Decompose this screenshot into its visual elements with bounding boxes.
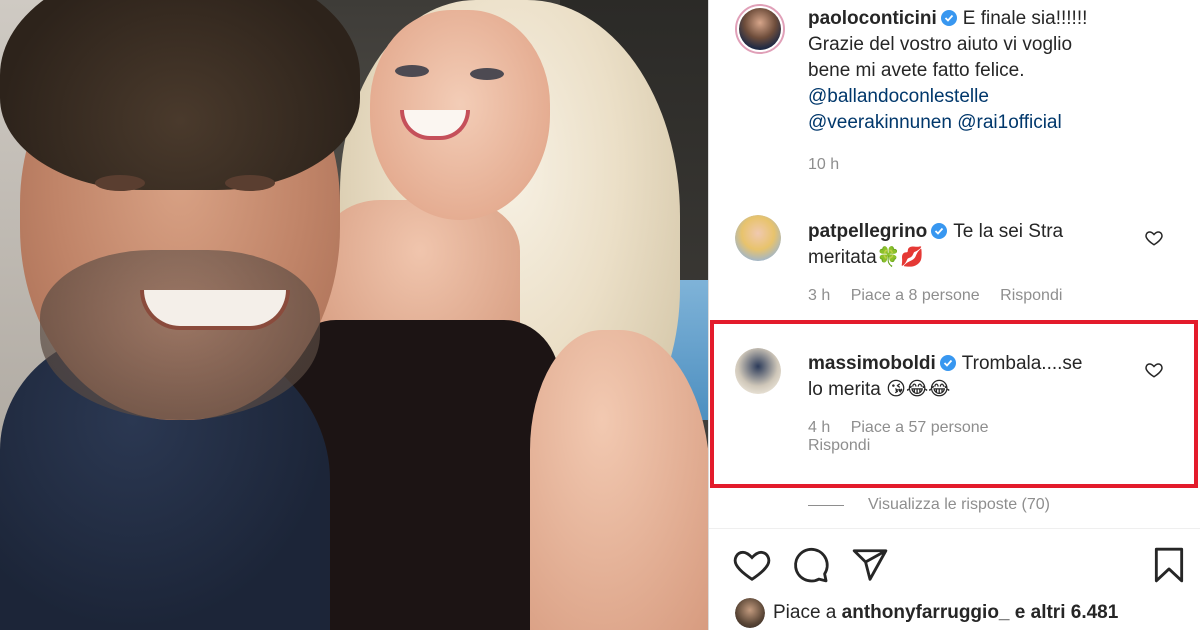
liked-by-avatar[interactable] <box>735 598 765 628</box>
caption-line-1: E finale sia!!!!!! <box>962 8 1088 29</box>
heart-icon[interactable] <box>733 546 771 584</box>
man-beard <box>40 250 320 420</box>
heart-icon[interactable] <box>1145 361 1163 379</box>
heart-icon[interactable] <box>1145 229 1163 247</box>
verified-badge-icon <box>931 223 948 239</box>
bookmark-icon[interactable] <box>1150 546 1188 584</box>
comment-time: 3 h <box>808 287 831 304</box>
post-photo[interactable] <box>0 0 708 630</box>
man-hair <box>0 0 360 190</box>
man-eye-left <box>95 175 145 191</box>
comment-time: 4 h <box>808 419 831 436</box>
author-username[interactable]: paolocont­icini <box>808 8 937 29</box>
caption-line-3: bene mi avete fatto felice. <box>808 60 1025 81</box>
liked-by-user[interactable]: anthonyfarruggio_ <box>842 602 1010 623</box>
comment-author[interactable]: massimoboldi <box>808 353 936 374</box>
comment-likes[interactable]: Piace a 57 persone <box>851 419 989 436</box>
woman-arm <box>530 330 708 630</box>
caption-line-2: Grazie del vostro aiuto vi voglio <box>808 34 1073 55</box>
comment-1: patpellegrino Te la sei Stra meritata🍀💋 3… <box>808 219 1128 305</box>
comment-avatar[interactable] <box>735 215 781 261</box>
comment-2: massimoboldi Trombala....se lo merita 😘😂😂… <box>808 351 1128 455</box>
woman-eye-left <box>395 65 429 77</box>
comment-text-line-2: meritata🍀💋 <box>808 247 924 268</box>
comment-text: Trombala....se <box>961 353 1083 374</box>
man-smile <box>140 290 290 330</box>
caption-mention-1[interactable]: @ballandoconlestelle <box>808 84 1168 110</box>
liked-by-text: Piace a anthonyfarruggio_ e altri 6.481 <box>773 600 1118 626</box>
comment-icon[interactable] <box>792 546 830 584</box>
woman-eye-right <box>470 68 504 80</box>
view-replies-button[interactable]: Visualizza le risposte (70) <box>868 496 1050 514</box>
view-replies-line <box>808 505 844 506</box>
man-eye-right <box>225 175 275 191</box>
comment-reply-button[interactable]: Rispondi <box>1000 287 1062 304</box>
comment-author[interactable]: patpellegrino <box>808 221 927 242</box>
post-time: 10 h <box>808 156 840 173</box>
comment-avatar[interactable] <box>735 348 781 394</box>
comment-likes[interactable]: Piace a 8 persone <box>851 287 980 304</box>
share-icon[interactable] <box>851 546 889 584</box>
liked-by-prefix: Piace a <box>773 602 837 623</box>
liked-by-others[interactable]: e altri 6.481 <box>1015 602 1119 623</box>
comment-text-line-2: lo merita 😘😂😂 <box>808 379 951 400</box>
post-caption: paolocont­icini E finale sia!!!!!! Grazie… <box>808 6 1168 174</box>
comment-reply-button[interactable]: Rispondi <box>808 437 1128 455</box>
verified-badge-icon <box>940 10 957 26</box>
author-avatar[interactable] <box>735 4 785 54</box>
caption-mention-2[interactable]: @veerakinnunen <box>808 112 952 133</box>
action-bar-divider <box>709 528 1200 529</box>
comment-text: Te la sei Stra <box>953 221 1064 242</box>
verified-badge-icon <box>939 355 956 371</box>
caption-mention-3[interactable]: @rai1official <box>957 112 1061 133</box>
